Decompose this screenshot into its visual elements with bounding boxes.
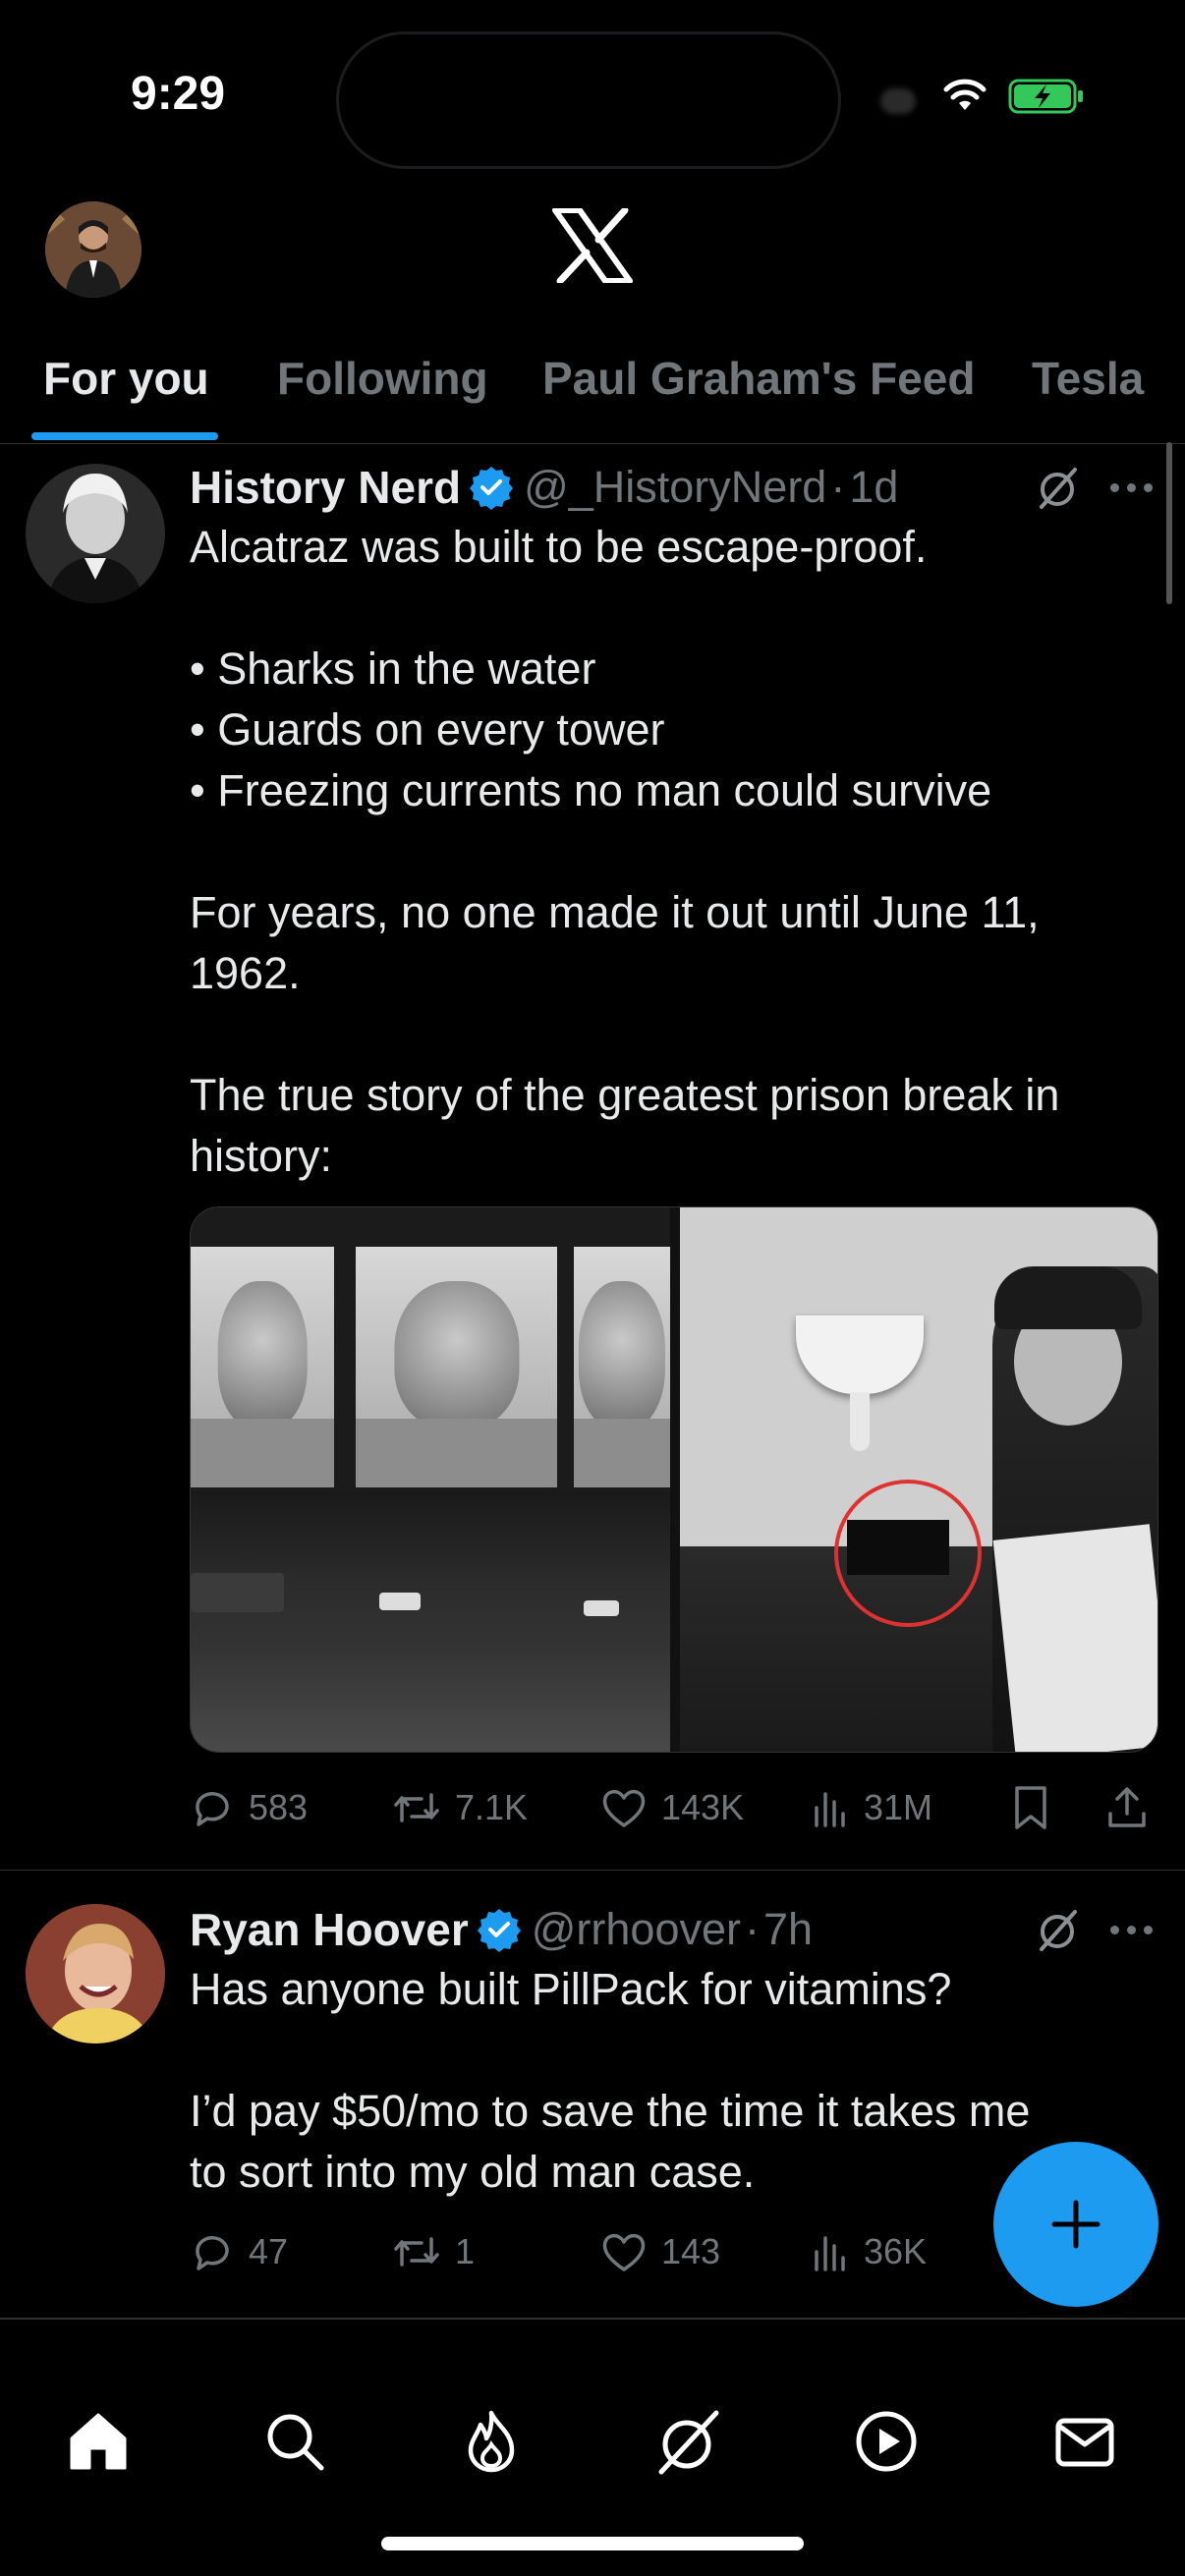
play-icon: [856, 2411, 917, 2472]
grok-icon[interactable]: [1034, 1906, 1081, 1953]
cellular-signal-icon: [880, 88, 916, 114]
verified-badge-icon: [469, 465, 514, 510]
tab-tesla[interactable]: Tesla: [1032, 352, 1144, 405]
boat-shape: [584, 1600, 619, 1616]
heart-icon: [602, 2233, 646, 2271]
compose-post-button[interactable]: [993, 2142, 1158, 2307]
tab-paul-grahams-feed[interactable]: Paul Graham's Feed: [542, 352, 975, 405]
tweet-author-avatar[interactable]: [26, 1904, 165, 2044]
views-icon: [815, 2236, 845, 2271]
tweet-time[interactable]: 7h: [763, 1904, 813, 1955]
reply-button[interactable]: 583: [190, 1778, 308, 1837]
profile-avatar[interactable]: [45, 201, 141, 298]
feed-tabs: For you Following Paul Graham's Feed Tes…: [0, 334, 1185, 444]
separator-dot: ·: [745, 1904, 760, 1954]
tweet-actions: 583 7.1K 143K 31M: [190, 1778, 1153, 1837]
author-name[interactable]: History Nerd: [190, 461, 461, 514]
home-icon: [70, 2413, 127, 2470]
x-logo-icon[interactable]: [552, 208, 633, 283]
grok-icon: [658, 2410, 719, 2475]
nav-trending[interactable]: [452, 2402, 531, 2481]
separator-dot: ·: [830, 462, 846, 512]
status-bar: 9:29: [0, 0, 1185, 187]
nav-video[interactable]: [847, 2402, 926, 2481]
tab-for-you[interactable]: For you: [43, 352, 209, 405]
bookmark-button[interactable]: [1011, 1778, 1050, 1837]
author-handle[interactable]: @rrhoover: [532, 1904, 741, 1955]
repost-icon: [394, 2237, 439, 2267]
battery-charging-icon: [1008, 79, 1083, 114]
like-button[interactable]: 143: [600, 2222, 720, 2281]
share-button[interactable]: [1105, 1778, 1149, 1837]
shoreline-image: [191, 1492, 670, 1581]
views-button[interactable]: 36K: [811, 2222, 927, 2281]
grok-icon[interactable]: [1034, 464, 1081, 511]
tweet-author-avatar[interactable]: [26, 464, 165, 603]
plus-icon: [1051, 2200, 1100, 2249]
repost-icon: [394, 1793, 439, 1822]
author-handle[interactable]: @_HistoryNerd: [524, 462, 826, 513]
active-tab-indicator: [31, 432, 218, 440]
views-icon: [815, 1792, 845, 1827]
status-time: 9:29: [131, 68, 226, 120]
like-button[interactable]: 143K: [600, 1778, 744, 1837]
boat-shape: [379, 1593, 421, 1610]
nav-home[interactable]: [59, 2402, 138, 2481]
mugshot-image: [191, 1247, 334, 1487]
tweet-header: Ryan Hoover @rrhoover · 7h: [190, 1900, 813, 1959]
author-name[interactable]: Ryan Hoover: [190, 1903, 469, 1956]
media-image-cell[interactable]: [680, 1207, 1157, 1752]
repost-button[interactable]: 1: [392, 2222, 475, 2281]
nav-search[interactable]: [255, 2402, 334, 2481]
tab-following[interactable]: Following: [277, 352, 488, 405]
verified-badge-icon: [477, 1907, 522, 1952]
views-button[interactable]: 31M: [811, 1778, 932, 1837]
dynamic-island: [336, 31, 841, 169]
search-icon: [267, 2414, 324, 2471]
officer-cap-shape: [994, 1266, 1142, 1329]
more-options-icon[interactable]: [1110, 1926, 1153, 1934]
reply-button[interactable]: 47: [190, 2222, 288, 2281]
nav-messages[interactable]: [1045, 2402, 1124, 2481]
mugshot-image: [574, 1247, 670, 1487]
heart-icon: [602, 1789, 646, 1827]
flame-icon: [468, 2410, 515, 2473]
tweet-header: History Nerd @_HistoryNerd · 1d: [190, 458, 898, 517]
nav-grok[interactable]: [649, 2402, 727, 2481]
highlight-circle: [834, 1480, 982, 1627]
share-icon: [1108, 1787, 1146, 1827]
ship-shape: [191, 1573, 284, 1612]
reply-icon: [196, 2236, 229, 2270]
home-indicator[interactable]: [381, 2537, 804, 2550]
sink-shape: [796, 1316, 924, 1394]
tweet-text: Has anyone built PillPack for vitamins? …: [190, 1964, 1031, 2197]
papers-shape: [992, 1524, 1157, 1752]
repost-button[interactable]: 7.1K: [392, 1778, 528, 1837]
reply-icon: [196, 1792, 229, 1826]
mail-icon: [1055, 2418, 1114, 2467]
bookmark-icon: [1015, 1786, 1046, 1829]
wifi-icon: [943, 79, 987, 110]
tweet-media-grid[interactable]: [190, 1206, 1158, 1753]
tweet-text: Alcatraz was built to be escape-proof. •…: [190, 522, 1060, 1181]
sink-pipe-shape: [850, 1392, 870, 1451]
media-image-mugshots[interactable]: [191, 1207, 670, 1752]
tweet-time[interactable]: 1d: [849, 462, 898, 513]
mugshot-image: [356, 1247, 557, 1487]
more-options-icon[interactable]: [1110, 483, 1153, 492]
